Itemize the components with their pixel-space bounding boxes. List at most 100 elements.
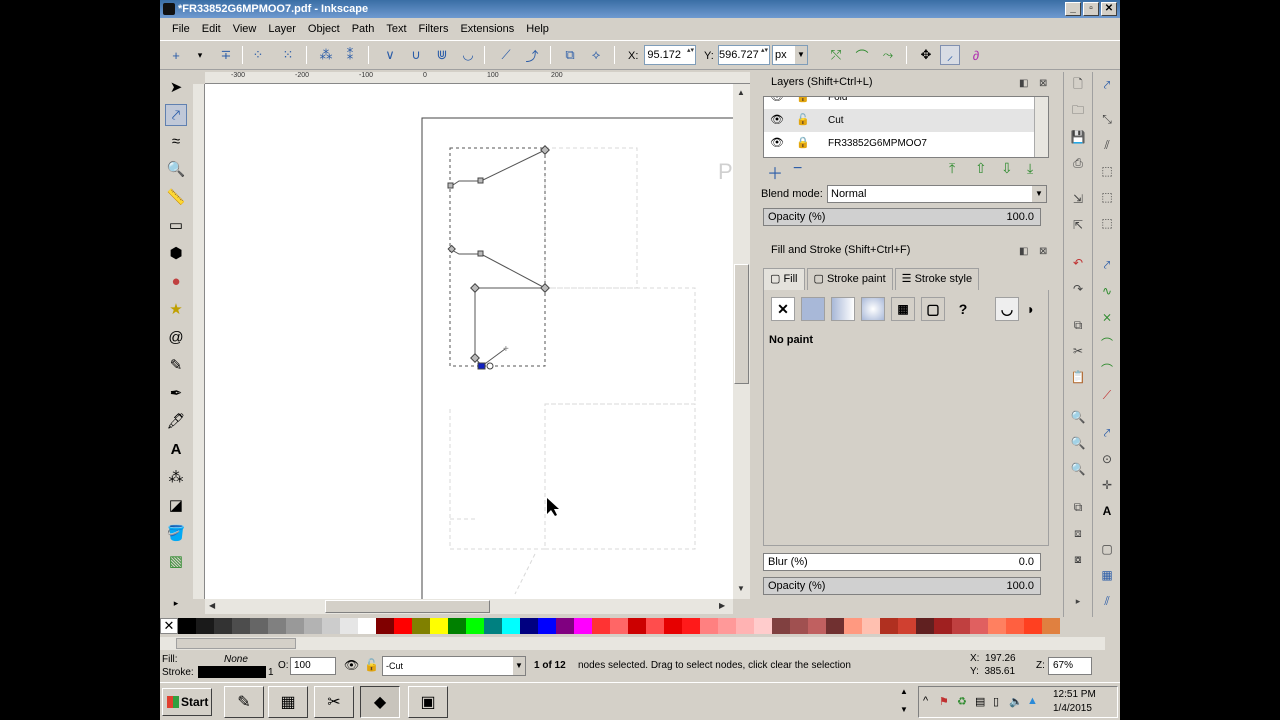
show-outline-icon[interactable]: ⤳ — [878, 45, 898, 65]
minimize-button[interactable]: _ — [1065, 2, 1081, 16]
flat-color-button[interactable] — [801, 297, 825, 321]
color-swatch[interactable] — [1006, 618, 1024, 634]
canvas-horizontal-scrollbar[interactable]: ◀ ▶ — [205, 599, 733, 614]
color-swatch[interactable] — [826, 618, 844, 634]
save-icon[interactable]: 💾 — [1069, 128, 1087, 146]
duplicate-icon[interactable]: ⧉ — [1069, 498, 1087, 516]
color-swatch[interactable] — [718, 618, 736, 634]
tray-sync-icon[interactable]: ♻ — [957, 695, 967, 708]
snap-grid-icon[interactable]: ▦ — [1098, 566, 1116, 584]
opacity-input[interactable]: 100 — [290, 657, 336, 675]
layer-row[interactable]: 👁 🔒 FR33852G6MPMOO7 — [764, 132, 1034, 155]
close-button[interactable]: ✕ — [1101, 2, 1117, 16]
snap-guide-icon[interactable]: ⫽ — [1098, 592, 1116, 610]
edit-path-effect-icon[interactable]: ⸝ — [940, 45, 960, 65]
color-swatch[interactable] — [592, 618, 610, 634]
lower-to-bottom-icon[interactable]: ⤓ — [1027, 160, 1033, 177]
iconify-panel-icon[interactable]: ◧ — [1019, 243, 1028, 261]
tray-time[interactable]: 12:51 PM — [1053, 689, 1096, 700]
tray-battery-icon[interactable]: ▯ — [993, 695, 999, 708]
color-swatch[interactable] — [682, 618, 700, 634]
taskbar-scroll-up-icon[interactable]: ▲ — [900, 687, 908, 696]
tray-network-icon[interactable]: ▤ — [975, 695, 985, 708]
show-transform-handles-icon[interactable]: ⤲ — [826, 45, 846, 65]
snap-bbox-icon[interactable]: ⤡ — [1098, 110, 1116, 128]
start-button[interactable]: Start — [162, 688, 212, 716]
tray-security-icon[interactable]: ⚑ — [939, 695, 949, 708]
add-layer-icon[interactable]: ＋ — [767, 160, 783, 184]
scroll-thumb[interactable] — [176, 638, 296, 649]
rectangle-tool-icon[interactable]: ▭ — [165, 214, 187, 236]
drawing-canvas[interactable]: P + — [205, 84, 733, 599]
taskbar-app-inkscape-icon[interactable]: ◆ — [360, 686, 400, 718]
segment-curve-icon[interactable]: ⤴ — [522, 45, 542, 65]
text-tool-icon[interactable]: A — [165, 438, 187, 460]
layer-opacity-slider[interactable]: Opacity (%) 100.0 — [763, 208, 1041, 226]
maximize-button[interactable]: ▫ — [1083, 2, 1099, 16]
scroll-thumb[interactable] — [734, 264, 749, 384]
tab-stroke-paint[interactable]: ▢ Stroke paint — [806, 268, 893, 290]
lower-layer-icon[interactable]: ⇩ — [1001, 160, 1013, 177]
zoom-tool-icon[interactable]: 🔍 — [165, 158, 187, 180]
color-swatch[interactable] — [916, 618, 934, 634]
x-coordinate-input[interactable]: 95.172 — [644, 45, 696, 65]
layers-list[interactable]: 👁 🔒 Fold 👁 🔓 Cut 👁 🔒 FR33852G6MPMOO7 — [763, 96, 1049, 158]
lock-icon[interactable]: 🔒 — [796, 97, 810, 109]
color-swatch[interactable] — [1024, 618, 1042, 634]
more-commands-icon[interactable]: ▸ — [1069, 592, 1087, 610]
menu-help[interactable]: Help — [520, 19, 555, 39]
new-document-icon[interactable]: 🗋 — [1069, 76, 1087, 94]
tray-volume-icon[interactable]: 🔈 — [1009, 695, 1023, 708]
stroke-width[interactable]: 1 — [268, 667, 274, 678]
color-swatch[interactable] — [520, 618, 538, 634]
unset-paint-button[interactable]: ? — [951, 297, 975, 321]
color-swatch[interactable] — [862, 618, 880, 634]
menu-text[interactable]: Text — [380, 19, 412, 39]
import-icon[interactable]: ⇲ — [1069, 190, 1087, 208]
raise-layer-icon[interactable]: ⇧ — [975, 160, 987, 177]
snap-bbox-edge-icon[interactable]: ⫽ — [1098, 136, 1116, 154]
segment-line-icon[interactable]: ⟋ — [496, 45, 516, 65]
scroll-up-icon[interactable]: ▲ — [737, 88, 745, 97]
stroke-color-indicator[interactable] — [198, 666, 266, 678]
no-color-swatch[interactable]: ✕ — [160, 618, 178, 634]
gradient-tool-icon[interactable]: ▧ — [165, 550, 187, 572]
delete-node-icon[interactable]: ∓ — [216, 45, 236, 65]
color-swatch[interactable] — [934, 618, 952, 634]
snap-page-border-icon[interactable]: ▢ — [1098, 540, 1116, 558]
taskbar-app-snipping-icon[interactable]: ✂ — [314, 686, 354, 718]
unlink-clone-icon[interactable]: ⧇ — [1069, 550, 1087, 568]
object-opacity-slider[interactable]: Opacity (%) 100.0 — [763, 577, 1041, 595]
print-icon[interactable]: ⎙ — [1069, 154, 1087, 172]
canvas-vertical-scrollbar[interactable]: ▲ ▼ — [733, 84, 750, 599]
color-swatch[interactable] — [808, 618, 826, 634]
snap-bbox-midpoint-icon[interactable]: ⬚ — [1098, 188, 1116, 206]
fill-rule-nonzero-icon[interactable]: ◗ — [1019, 297, 1043, 321]
color-swatch[interactable] — [700, 618, 718, 634]
menu-edit[interactable]: Edit — [196, 19, 227, 39]
radial-gradient-button[interactable] — [861, 297, 885, 321]
eye-icon[interactable]: 👁 — [770, 132, 784, 155]
zoom-selection-icon[interactable]: 🔍 — [1069, 408, 1087, 426]
color-swatch[interactable] — [736, 618, 754, 634]
snap-intersection-icon[interactable]: ⨯ — [1098, 308, 1116, 326]
cut-icon[interactable]: ✂ — [1069, 342, 1087, 360]
color-swatch[interactable] — [196, 618, 214, 634]
show-clip-icon[interactable]: ✥ — [916, 45, 936, 65]
tab-fill[interactable]: ▢ Fill — [763, 268, 805, 290]
snap-cusp-icon[interactable]: ⌒ — [1098, 334, 1116, 352]
snap-others-icon[interactable]: ⤤ — [1098, 424, 1116, 442]
eye-icon[interactable]: 👁 — [770, 109, 784, 132]
color-swatch[interactable] — [448, 618, 466, 634]
menu-path[interactable]: Path — [346, 19, 381, 39]
color-swatch[interactable] — [538, 618, 556, 634]
color-swatch[interactable] — [430, 618, 448, 634]
color-swatch[interactable] — [574, 618, 592, 634]
smooth-node-icon[interactable]: ∪ — [406, 45, 426, 65]
spiral-tool-icon[interactable]: @ — [165, 326, 187, 348]
taskbar-app-notepad-icon[interactable]: ✎ — [224, 686, 264, 718]
join-nodes-icon[interactable]: ⁘ — [248, 45, 268, 65]
zoom-drawing-icon[interactable]: 🔍 — [1069, 434, 1087, 452]
toggle-layer-visibility-icon[interactable]: 👁 — [344, 658, 359, 672]
insert-node-dropdown-icon[interactable]: ▾ — [190, 45, 210, 65]
